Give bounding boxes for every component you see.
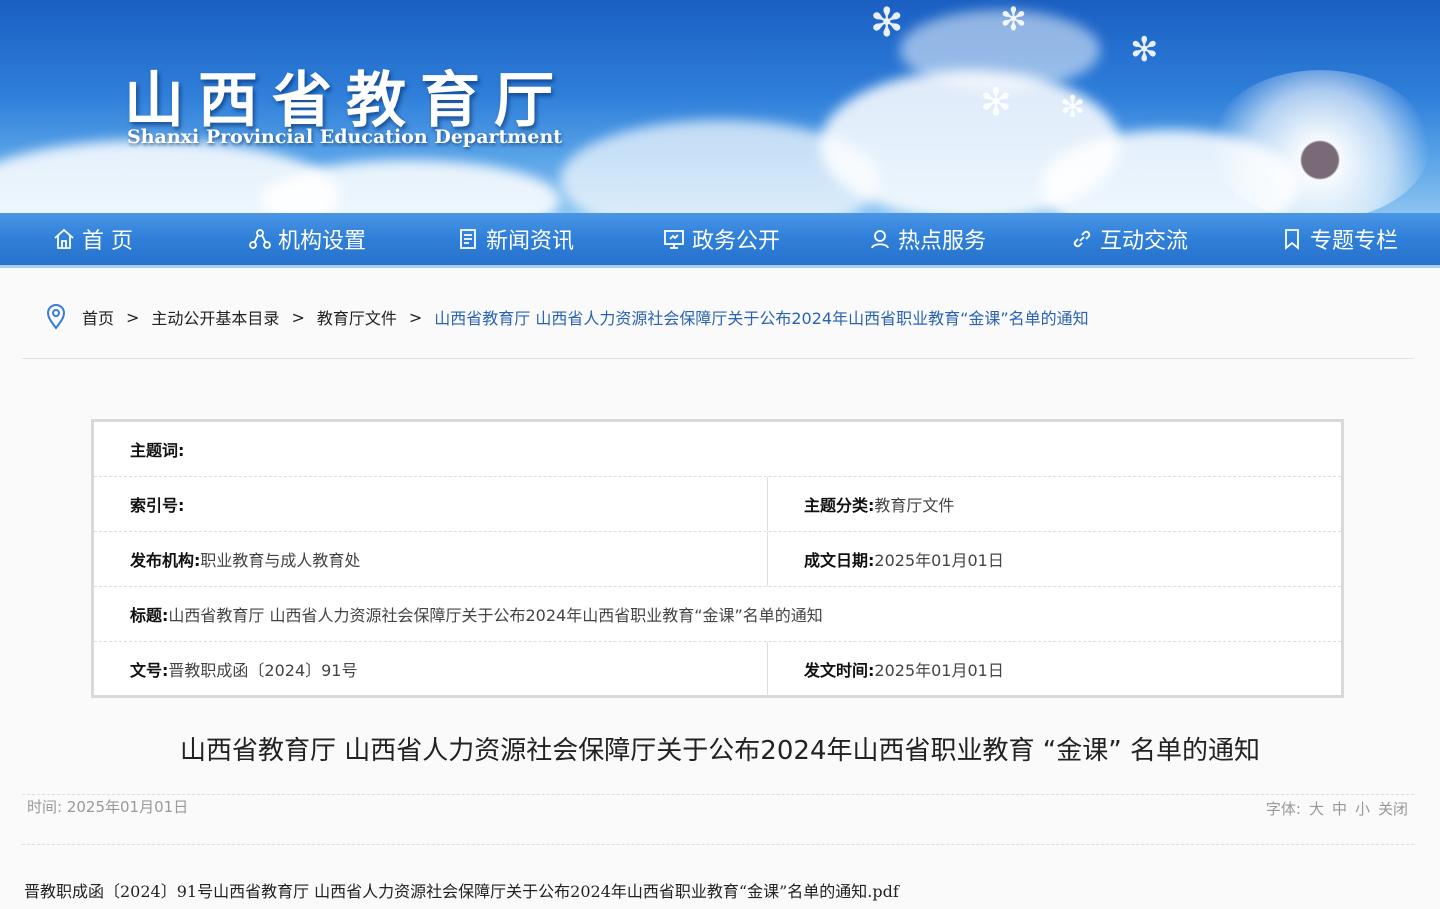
gov-icon (664, 230, 684, 249)
seed-decoration: ✻ (1000, 0, 1027, 38)
article-time: 时间: 2025年01月01日 (27, 796, 188, 817)
breadcrumb-catalog[interactable]: 主动公开基本目录 (151, 305, 279, 329)
keywords-label: 主题词: (130, 441, 185, 460)
nav-home-label: 首 页 (82, 229, 133, 254)
publisher-label: 发布机构: (130, 551, 201, 570)
info-row-publisher: 发布机构: 职业教育与成人教育处 成文日期: 2025年01月01日 (94, 532, 1341, 587)
nav-home[interactable]: 首 页 (52, 213, 133, 265)
date-label: 成文日期: (804, 551, 875, 570)
home-icon (54, 228, 74, 249)
publisher-value: 职业教育与成人教育处 (200, 551, 361, 570)
nav-service-label: 热点服务 (898, 229, 987, 254)
document-info-table: 主题词: 索引号: 主题分类: 教育厅文件 发布机构: 职业教育与成人教育处 成… (91, 419, 1344, 698)
nav-news[interactable]: 新闻资讯 (456, 213, 574, 265)
nav-interact[interactable]: 互动交流 (1070, 213, 1188, 265)
nav-service[interactable]: 热点服务 (868, 213, 986, 265)
font-small-button[interactable]: 小 (1355, 798, 1370, 819)
time-label: 时间: (27, 798, 63, 816)
info-row-keywords: 主题词: (94, 422, 1341, 477)
font-medium-button[interactable]: 中 (1332, 798, 1347, 819)
docno-label: 文号: (130, 661, 169, 680)
link-icon (1073, 230, 1091, 248)
divider (22, 794, 1414, 795)
nav-gov[interactable]: 政务公开 (662, 213, 780, 265)
info-row-title: 标题: 山西省教育厅 山西省人力资源社会保障厅关于公布2024年山西省职业教育“… (94, 587, 1341, 642)
nav-interact-label: 互动交流 (1100, 229, 1189, 254)
divider (22, 844, 1414, 845)
attachment-link[interactable]: 晋教职成函〔2024〕91号山西省教育厅 山西省人力资源社会保障厅关于公布202… (24, 878, 899, 902)
nav-topics[interactable]: 专题专栏 (1280, 213, 1398, 265)
cell-divider (767, 642, 768, 696)
article-title: 山西省教育厅 山西省人力资源社会保障厅关于公布2024年山西省职业教育 “金课”… (180, 736, 1260, 766)
divider (22, 358, 1414, 359)
news-icon (460, 229, 476, 249)
nav-topics-label: 专题专栏 (1310, 229, 1399, 254)
font-large-button[interactable]: 大 (1309, 798, 1324, 819)
nav-org-label: 机构设置 (278, 229, 367, 254)
site-banner: ✻ ✻ ✻ ✻ ✻ 山西省教育厅 Shanxi Provincial Educa… (0, 0, 1440, 213)
seed-decoration: ✻ (1130, 30, 1159, 70)
time-value: 2025年01月01日 (66, 798, 189, 816)
breadcrumb-current[interactable]: 山西省教育厅 山西省人力资源社会保障厅关于公布2024年山西省职业教育“金课”名… (434, 305, 1088, 329)
nav-news-label: 新闻资讯 (486, 229, 575, 254)
breadcrumb: 首页 > 主动公开基本目录 > 教育厅文件 > 山西省教育厅 山西省人力资源社会… (44, 302, 1089, 332)
breadcrumb-separator: > (408, 307, 423, 327)
breadcrumb-separator: > (126, 307, 140, 327)
cell-divider (767, 532, 768, 586)
index-label: 索引号: (130, 496, 185, 515)
main-nav: 首 页 机构设置 新闻资讯 政务公开 热点服务 互动交流 专题专栏 (0, 213, 1440, 268)
nav-org[interactable]: 机构设置 (248, 213, 366, 265)
seed-decoration: ✻ (980, 80, 1012, 124)
org-icon (249, 229, 271, 249)
pubtime-value: 2025年01月01日 (874, 661, 1004, 680)
title-label: 标题: (130, 606, 169, 625)
docno-value: 晋教职成函〔2024〕91号 (168, 661, 358, 680)
location-pin-icon (46, 304, 66, 330)
bookmark-icon (1285, 229, 1299, 250)
category-value: 教育厅文件 (874, 496, 955, 515)
font-label: 字体: (1265, 800, 1301, 818)
cell-divider (767, 477, 768, 531)
service-icon (871, 230, 889, 249)
site-subtitle: Shanxi Provincial Education Department (127, 126, 563, 148)
breadcrumb-separator: > (291, 307, 305, 327)
breadcrumb-home[interactable]: 首页 (82, 305, 114, 329)
font-size-controls: 字体: 大 中 小 关闭 (1266, 798, 1408, 819)
info-row-index: 索引号: 主题分类: 教育厅文件 (94, 477, 1341, 532)
close-button[interactable]: 关闭 (1378, 798, 1408, 819)
title-value: 山西省教育厅 山西省人力资源社会保障厅关于公布2024年山西省职业教育“金课”名… (168, 606, 823, 625)
pubtime-label: 发文时间: (804, 661, 875, 680)
nav-gov-label: 政务公开 (692, 229, 781, 254)
breadcrumb-docs[interactable]: 教育厅文件 (317, 305, 397, 329)
info-row-docno: 文号: 晋教职成函〔2024〕91号 发文时间: 2025年01月01日 (94, 642, 1341, 697)
seed-decoration: ✻ (870, 0, 904, 46)
date-value: 2025年01月01日 (874, 551, 1004, 570)
category-label: 主题分类: (804, 496, 875, 515)
dandelion-decoration (1210, 70, 1430, 213)
seed-decoration: ✻ (1060, 90, 1086, 125)
